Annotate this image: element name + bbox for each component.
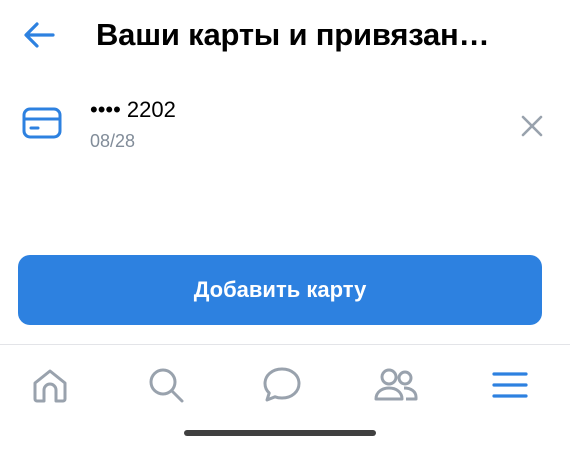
tab-bar — [0, 344, 570, 451]
remove-card-button[interactable] — [514, 108, 550, 144]
card-number: •••• 2202 — [90, 97, 176, 122]
home-indicator[interactable] — [184, 430, 376, 436]
card-list-item[interactable]: •••• 2202 08/28 — [0, 84, 570, 164]
close-icon — [521, 115, 543, 137]
search-icon — [149, 368, 184, 403]
tab-search[interactable] — [142, 363, 190, 407]
menu-icon — [492, 372, 528, 398]
tab-menu[interactable] — [486, 363, 534, 407]
card-expiry: 08/28 — [90, 131, 136, 151]
page-title: Ваши карты и привязан… — [96, 17, 490, 52]
add-card-button[interactable]: Добавить карту — [18, 255, 542, 325]
screen: Ваши карты и привязан… •••• 2202 08/28 Д… — [0, 0, 570, 451]
tab-messages[interactable] — [258, 363, 306, 407]
messages-icon — [263, 367, 301, 402]
arrow-left-icon — [24, 22, 55, 48]
home-icon — [33, 369, 67, 403]
credit-card-icon — [22, 107, 62, 139]
tab-home[interactable] — [26, 363, 74, 407]
friends-icon — [374, 368, 418, 401]
back-button[interactable] — [18, 14, 60, 56]
header: Ваши карты и привязан… — [0, 0, 570, 72]
tab-friends[interactable] — [372, 363, 420, 407]
